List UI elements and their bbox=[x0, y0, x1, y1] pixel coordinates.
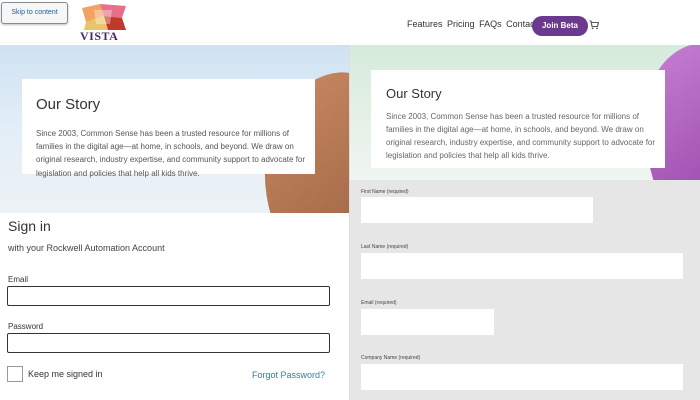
skip-to-content-link[interactable]: Skip to content bbox=[1, 2, 68, 24]
story-body-left: Since 2003, Common Sense has been a trus… bbox=[36, 129, 306, 178]
nav-pricing[interactable]: Pricing bbox=[447, 19, 475, 29]
site-header: Skip to content VISTA Features Pricing F… bbox=[0, 0, 700, 45]
logo-text: VISTA bbox=[80, 29, 119, 43]
first-name-field[interactable] bbox=[361, 197, 593, 223]
last-name-field[interactable] bbox=[361, 253, 683, 279]
email-label: Email bbox=[8, 275, 29, 284]
vista-logo[interactable]: VISTA bbox=[80, 4, 128, 44]
story-title-right: Our Story bbox=[386, 86, 442, 101]
nav-faqs[interactable]: FAQs bbox=[479, 19, 502, 29]
company-name-field[interactable] bbox=[361, 364, 683, 390]
story-body-right: Since 2003, Common Sense has been a trus… bbox=[386, 112, 656, 160]
password-field[interactable] bbox=[7, 333, 330, 353]
signin-subtitle: with your Rockwell Automation Account bbox=[8, 243, 165, 253]
cart-icon[interactable] bbox=[589, 20, 599, 30]
story-title-left: Our Story bbox=[36, 96, 101, 113]
keep-signed-in-label: Keep me signed in bbox=[28, 369, 103, 379]
last-name-label: Last Name (required) bbox=[361, 244, 409, 250]
forgot-password-link[interactable]: Forgot Password? bbox=[252, 370, 325, 380]
signin-title: Sign in bbox=[8, 218, 51, 234]
first-name-label: First Name (required) bbox=[361, 189, 409, 195]
email-field[interactable] bbox=[7, 286, 330, 306]
email-label-right: Email (required) bbox=[361, 300, 397, 306]
password-label: Password bbox=[8, 322, 44, 331]
join-beta-button[interactable]: Join Beta bbox=[532, 16, 588, 36]
main-nav: Features Pricing FAQs Contact bbox=[407, 19, 539, 29]
email-field-right[interactable] bbox=[361, 309, 494, 335]
nav-features[interactable]: Features bbox=[407, 19, 443, 29]
company-name-label: Company Name (required) bbox=[361, 355, 421, 361]
logo-mark-icon bbox=[82, 4, 126, 30]
keep-signed-in-checkbox[interactable] bbox=[7, 366, 23, 382]
